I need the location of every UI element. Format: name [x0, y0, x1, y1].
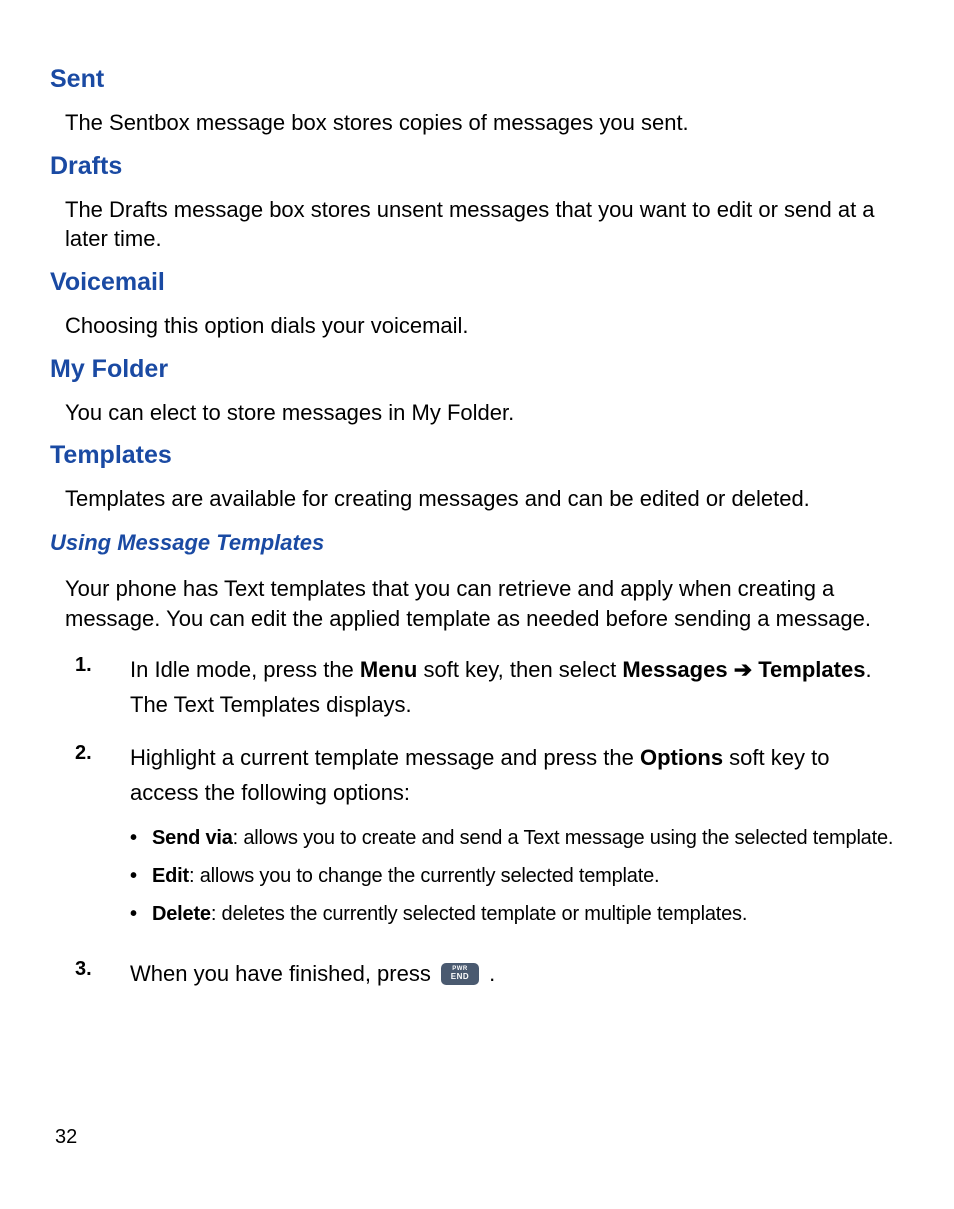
option-text: Edit: allows you to change the currently…	[152, 862, 659, 890]
text: When you have finished, press	[130, 961, 437, 986]
heading-drafts: Drafts	[50, 152, 904, 181]
step-body: Highlight a current template message and…	[130, 740, 904, 938]
step-body: When you have finished, press PWR END .	[130, 956, 495, 991]
option-edit: • Edit: allows you to change the current…	[130, 862, 904, 890]
step-number: 2.	[75, 740, 130, 938]
body-sent: The Sentbox message box stores copies of…	[65, 108, 904, 138]
option-desc: : allows you to create and send a Text m…	[233, 827, 894, 849]
options-list: • Send via: allows you to create and sen…	[130, 824, 904, 928]
step-3: 3. When you have finished, press PWR END…	[75, 956, 904, 991]
option-label: Edit	[152, 865, 189, 887]
bullet-icon: •	[130, 824, 152, 852]
body-my-folder: You can elect to store messages in My Fo…	[65, 398, 904, 428]
softkey-menu: Menu	[360, 657, 417, 682]
page-number: 32	[55, 1126, 77, 1149]
menu-templates: Templates	[758, 657, 865, 682]
softkey-options: Options	[640, 745, 723, 770]
heading-voicemail: Voicemail	[50, 268, 904, 297]
heading-my-folder: My Folder	[50, 355, 904, 384]
body-voicemail: Choosing this option dials your voicemai…	[65, 311, 904, 341]
bullet-icon: •	[130, 900, 152, 928]
text: In Idle mode, press the	[130, 657, 360, 682]
option-desc: : deletes the currently selected templat…	[211, 903, 747, 925]
body-templates: Templates are available for creating mes…	[65, 484, 904, 514]
bullet-icon: •	[130, 862, 152, 890]
heading-templates: Templates	[50, 441, 904, 470]
text: .	[489, 961, 495, 986]
option-desc: : allows you to change the currently sel…	[189, 865, 659, 887]
option-send-via: • Send via: allows you to create and sen…	[130, 824, 904, 852]
key-label-bottom: END	[441, 973, 479, 981]
option-label: Delete	[152, 903, 211, 925]
text: Highlight a current template message and…	[130, 745, 640, 770]
text: soft key, then select	[417, 657, 622, 682]
option-delete: • Delete: deletes the currently selected…	[130, 900, 904, 928]
step-number: 3.	[75, 956, 130, 991]
menu-messages: Messages	[622, 657, 727, 682]
subheading-using-message-templates: Using Message Templates	[50, 530, 904, 556]
body-drafts: The Drafts message box stores unsent mes…	[65, 195, 904, 254]
step-1: 1. In Idle mode, press the Menu soft key…	[75, 652, 904, 722]
pwr-end-key-icon: PWR END	[441, 963, 479, 985]
option-text: Send via: allows you to create and send …	[152, 824, 893, 852]
heading-sent: Sent	[50, 65, 904, 94]
arrow-icon: ➔	[728, 657, 759, 682]
intro-using-templates: Your phone has Text templates that you c…	[65, 574, 904, 633]
step-2: 2. Highlight a current template message …	[75, 740, 904, 938]
option-label: Send via	[152, 827, 233, 849]
steps-list: 1. In Idle mode, press the Menu soft key…	[75, 652, 904, 992]
manual-page: Sent The Sentbox message box stores copi…	[0, 0, 954, 1209]
option-text: Delete: deletes the currently selected t…	[152, 900, 747, 928]
step-number: 1.	[75, 652, 130, 722]
step-body: In Idle mode, press the Menu soft key, t…	[130, 652, 904, 722]
